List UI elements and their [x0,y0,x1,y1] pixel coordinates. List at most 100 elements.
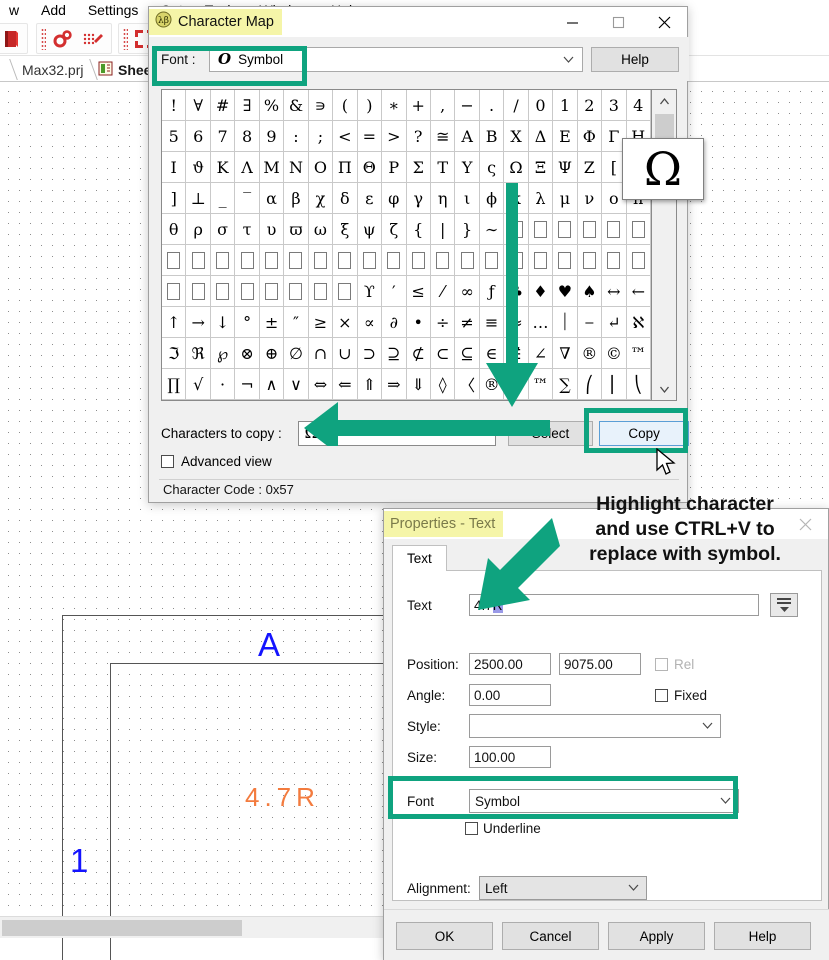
character-cell[interactable]: Τ [431,152,455,183]
cancel-button[interactable]: Cancel [502,922,599,950]
character-cell[interactable]: ± [260,307,284,338]
character-cell[interactable]: / [504,90,528,121]
character-cell[interactable]: ↓ [211,307,235,338]
character-cell[interactable]: © [602,338,626,369]
character-cell[interactable]: ⎝ [627,369,651,400]
character-cell[interactable]: ⊄ [407,338,431,369]
character-cell[interactable]: χ [309,183,333,214]
character-cell[interactable]: Ρ [382,152,406,183]
character-cell[interactable]: … [529,307,553,338]
character-cell[interactable]: ◊ [431,369,455,400]
character-cell[interactable]: © [504,369,528,400]
properties-font-select[interactable]: Symbol [469,789,739,813]
character-grid-scrollbar[interactable] [651,89,677,401]
scroll-up-icon[interactable] [652,90,676,112]
character-cell[interactable] [284,245,308,276]
character-cell[interactable]: Ω [504,152,528,183]
character-cell[interactable]: ( [333,90,357,121]
character-cell[interactable]: ) [358,90,382,121]
select-button[interactable]: Select [508,421,594,446]
characters-to-copy-input[interactable]: Ω [298,421,495,446]
position-x-input[interactable]: 2500.00 [469,653,551,675]
character-cell[interactable]: Χ [504,121,528,152]
character-cell[interactable]: ⇓ [407,369,431,400]
character-cell[interactable]: ∼ [480,214,504,245]
character-cell[interactable]: = [358,121,382,152]
character-cell[interactable]: Β [480,121,504,152]
character-cell[interactable]: β [284,183,308,214]
book-icon[interactable] [0,25,25,53]
character-cell[interactable]: { [407,214,431,245]
character-cell[interactable]: Ε [553,121,577,152]
character-cell[interactable]: ⁄ [431,276,455,307]
close-icon[interactable] [641,7,687,37]
character-cell[interactable]: Υ [455,152,479,183]
character-cell[interactable]: φ [382,183,406,214]
character-cell[interactable] [358,245,382,276]
character-cell[interactable] [211,276,235,307]
character-cell[interactable] [529,245,553,276]
character-cell[interactable]: ϒ [358,276,382,307]
character-cell[interactable]: < [333,121,357,152]
character-cell[interactable]: Θ [358,152,382,183]
character-cell[interactable]: > [382,121,406,152]
character-cell[interactable]: ? [407,121,431,152]
character-cell[interactable]: | [431,214,455,245]
character-cell[interactable]: ≅ [431,121,455,152]
character-cell[interactable]: 8 [235,121,259,152]
character-cell[interactable]: Κ [211,152,235,183]
character-cell[interactable] [309,245,333,276]
character-cell[interactable]: ≈ [504,307,528,338]
character-cell[interactable]: ∑ [553,369,577,400]
character-cell[interactable]: → [186,307,210,338]
character-cell[interactable]: ⊂ [431,338,455,369]
character-cell[interactable]: , [431,90,455,121]
character-cell[interactable]: ⊆ [455,338,479,369]
character-cell[interactable]: 〈 [455,369,479,400]
character-cell[interactable]: ⏐ [553,307,577,338]
dimension-text-47r[interactable]: 4.7R [245,782,320,813]
advanced-view-checkbox[interactable] [161,455,174,468]
character-cell[interactable]: ϖ [284,214,308,245]
character-cell[interactable]: ↵ [602,307,626,338]
character-cell[interactable] [602,214,626,245]
toolbar-grip[interactable] [41,28,46,50]
horizontal-scrollbar-thumb[interactable] [2,920,242,936]
character-cell[interactable]: ∂ [382,307,406,338]
character-cell[interactable] [260,245,284,276]
character-cell[interactable] [480,245,504,276]
character-cell[interactable] [431,245,455,276]
style-select[interactable] [469,714,721,738]
character-cell[interactable] [553,245,577,276]
character-cell[interactable]: ∉ [504,338,528,369]
character-cell[interactable] [455,245,479,276]
character-cell[interactable]: ; [309,121,333,152]
fixed-checkbox[interactable] [655,689,668,702]
character-cell[interactable]: Π [333,152,357,183]
character-cell[interactable]: ⎛ [578,369,602,400]
character-cell[interactable]: ! [162,90,186,121]
scroll-down-icon[interactable] [652,378,676,400]
character-cell[interactable]: ≤ [407,276,431,307]
character-cell[interactable]: ε [358,183,382,214]
character-cell[interactable]: ϕ [480,183,504,214]
underline-row[interactable]: Underline [465,821,541,836]
text-input[interactable]: 4.7R [469,594,759,616]
character-cell[interactable]: ⊃ [358,338,382,369]
character-cell[interactable]: + [407,90,431,121]
character-cell[interactable]: 2 [578,90,602,121]
character-cell[interactable]: ′ [382,276,406,307]
character-cell[interactable]: ♥ [553,276,577,307]
character-cell[interactable] [529,214,553,245]
character-cell[interactable]: . [480,90,504,121]
character-cell[interactable]: ] [162,183,186,214]
character-cell[interactable]: ⋅ [211,369,235,400]
character-cell[interactable]: # [211,90,235,121]
character-cell[interactable]: ∈ [480,338,504,369]
underline-checkbox[interactable] [465,822,478,835]
character-cell[interactable]: 5 [162,121,186,152]
character-cell[interactable]: ν [578,183,602,214]
character-cell[interactable]: ♣ [504,276,528,307]
character-cell[interactable]: − [455,90,479,121]
character-cell[interactable]: ⎯ [578,307,602,338]
